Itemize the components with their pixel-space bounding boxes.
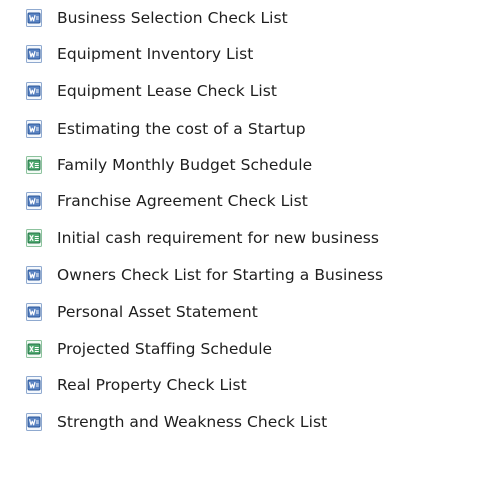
file-name: Franchise Agreement Check List: [57, 192, 308, 210]
file-name: Business Selection Check List: [57, 9, 288, 27]
file-item[interactable]: Estimating the cost of a Startup: [24, 116, 306, 142]
file-name: Family Monthly Budget Schedule: [57, 156, 313, 174]
file-name: Personal Asset Statement: [57, 303, 258, 321]
excel-spreadsheet-icon: [26, 340, 42, 358]
file-name: Strength and Weakness Check List: [57, 413, 328, 431]
file-name: Owners Check List for Starting a Busines…: [57, 266, 384, 284]
file-name: Initial cash requirement for new busines…: [57, 229, 380, 247]
word-document-icon: [26, 266, 42, 284]
excel-spreadsheet-icon: [26, 156, 42, 174]
file-item[interactable]: Real Property Check List: [24, 372, 247, 398]
file-item[interactable]: Family Monthly Budget Schedule: [24, 152, 312, 178]
file-item[interactable]: Franchise Agreement Check List: [24, 188, 308, 214]
word-document-icon: [26, 192, 42, 210]
file-item[interactable]: Projected Staffing Schedule: [24, 336, 272, 362]
file-item[interactable]: Equipment Lease Check List: [24, 78, 277, 104]
excel-spreadsheet-icon: [26, 229, 42, 247]
file-item[interactable]: Initial cash requirement for new busines…: [24, 225, 379, 251]
word-document-icon: [26, 376, 42, 394]
file-list: Business Selection Check List Equipment …: [0, 0, 493, 498]
file-item[interactable]: Business Selection Check List: [24, 5, 288, 31]
file-item[interactable]: Equipment Inventory List: [24, 41, 253, 67]
file-name: Projected Staffing Schedule: [57, 340, 273, 358]
file-name: Real Property Check List: [57, 376, 247, 394]
file-item[interactable]: Personal Asset Statement: [24, 299, 258, 325]
file-name: Equipment Lease Check List: [57, 82, 278, 100]
word-document-icon: [26, 303, 42, 321]
word-document-icon: [26, 82, 42, 100]
file-item[interactable]: Owners Check List for Starting a Busines…: [24, 262, 383, 288]
word-document-icon: [26, 413, 42, 431]
word-document-icon: [26, 120, 42, 138]
file-item[interactable]: Strength and Weakness Check List: [24, 409, 327, 435]
word-document-icon: [26, 9, 42, 27]
word-document-icon: [26, 45, 42, 63]
file-name: Equipment Inventory List: [57, 45, 254, 63]
file-name: Estimating the cost of a Startup: [57, 120, 306, 138]
